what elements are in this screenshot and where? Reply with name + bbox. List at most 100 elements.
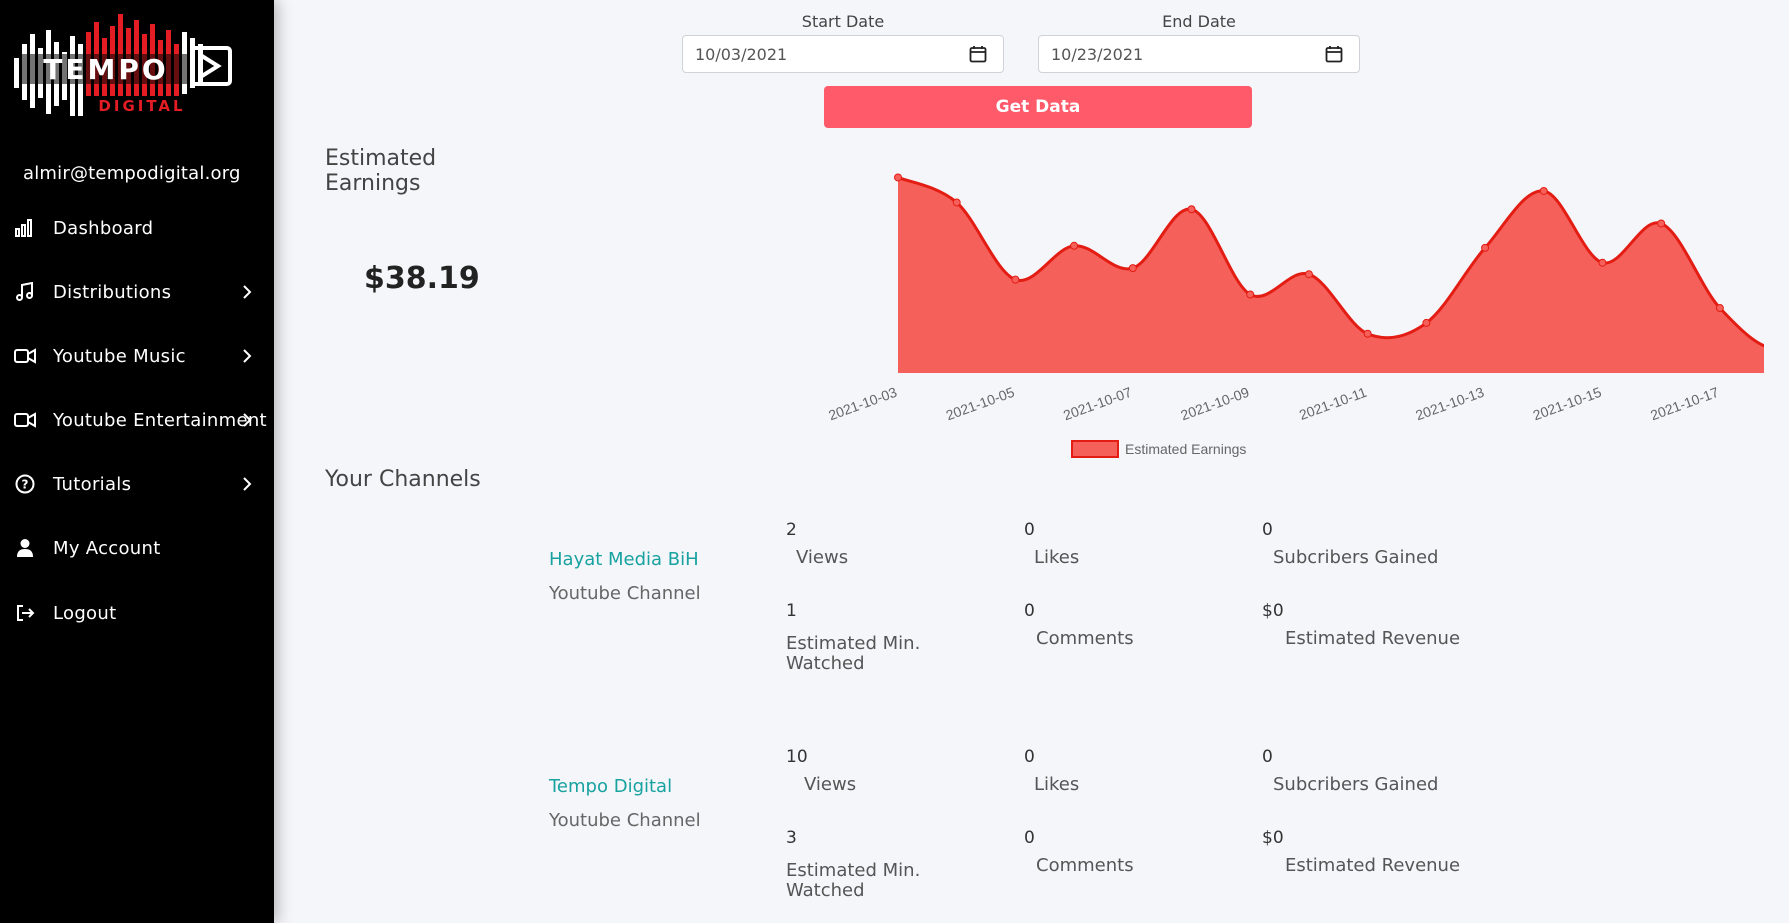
data-point[interactable] (1657, 219, 1666, 228)
video-camera-icon (14, 345, 36, 367)
data-point[interactable] (1246, 290, 1255, 299)
sidebar-item-youtube-music[interactable]: Youtube Music (0, 336, 274, 376)
legend-swatch (1071, 440, 1119, 458)
data-point[interactable] (1598, 258, 1607, 267)
comments-value: 0 (1024, 601, 1035, 621)
sidebar-item-label: Youtube Entertainment (53, 409, 267, 431)
views-value: 10 (786, 747, 808, 767)
x-tick-label: 2021-10-15 (1531, 384, 1604, 424)
revenue-value: $0 (1262, 828, 1284, 848)
sidebar-item-youtube-entertainment[interactable]: Youtube Entertainment (0, 400, 274, 440)
end-date-value: 10/23/2021 (1051, 44, 1144, 64)
sidebar: TEMPO DIGITAL almir@tempodigital.org Das… (0, 0, 274, 923)
x-tick-label: 2021-10-07 (1061, 384, 1134, 424)
revenue-value: $0 (1262, 601, 1284, 621)
user-icon (14, 537, 36, 559)
minutes-label: Estimated Min. Watched (786, 860, 921, 901)
x-tick-label: 2021-10-13 (1413, 384, 1486, 424)
sidebar-item-my-account[interactable]: My Account (0, 528, 274, 568)
end-date-input[interactable]: 10/23/2021 (1038, 35, 1360, 73)
data-point[interactable] (1481, 243, 1490, 252)
views-value: 2 (786, 520, 797, 540)
data-point[interactable] (1715, 304, 1724, 313)
data-point[interactable] (1363, 329, 1372, 338)
channels-title: Your Channels (325, 467, 481, 492)
data-point[interactable] (894, 173, 902, 182)
data-point[interactable] (1070, 241, 1079, 250)
x-tick-label: 2021-10-09 (1178, 384, 1251, 424)
data-point[interactable] (1539, 186, 1548, 195)
revenue-label: Estimated Revenue (1285, 855, 1461, 876)
x-tick-label: 2021-10-03 (826, 384, 899, 424)
minutes-value: 1 (786, 601, 797, 621)
subscribers-label: Subcribers Gained (1273, 547, 1439, 568)
start-date-input[interactable]: 10/03/2021 (682, 35, 1004, 73)
minutes-label: Estimated Min. Watched (786, 633, 921, 674)
question-circle-icon: ? (14, 473, 36, 495)
data-point[interactable] (1011, 275, 1020, 284)
svg-text:TEMPO: TEMPO (43, 53, 168, 86)
main-content: Start Date 10/03/2021 End Date 10/23/202… (274, 0, 1789, 923)
music-note-icon (14, 281, 36, 303)
sidebar-item-label: Dashboard (53, 217, 154, 239)
sidebar-item-label: Tutorials (53, 473, 132, 495)
start-date-value: 10/03/2021 (695, 44, 788, 64)
channel-type: Youtube Channel (549, 583, 701, 604)
chevron-right-icon (240, 285, 254, 299)
comments-value: 0 (1024, 828, 1035, 848)
sidebar-item-label: My Account (53, 537, 161, 559)
end-date-label: End Date (1162, 12, 1236, 31)
subscribers-value: 0 (1262, 520, 1273, 540)
likes-value: 0 (1024, 520, 1035, 540)
legend-label: Estimated Earnings (1125, 441, 1247, 457)
end-date-group: End Date 10/23/2021 (1038, 12, 1360, 73)
likes-value: 0 (1024, 747, 1035, 767)
data-point[interactable] (1422, 318, 1431, 327)
x-tick-label: 2021-10-05 (944, 384, 1017, 424)
sidebar-item-label: Distributions (53, 281, 172, 303)
minutes-value: 3 (786, 828, 797, 848)
earnings-area (898, 177, 1764, 373)
likes-label: Likes (1034, 774, 1080, 795)
channel-name-link[interactable]: Tempo Digital (549, 776, 672, 797)
user-email: almir@tempodigital.org (23, 163, 241, 184)
video-camera-icon (14, 409, 36, 431)
data-point[interactable] (1304, 270, 1313, 279)
bar-chart-icon (14, 217, 36, 239)
calendar-icon[interactable] (1325, 45, 1343, 63)
svg-text:DIGITAL: DIGITAL (98, 97, 185, 115)
chevron-right-icon (240, 413, 254, 427)
start-date-group: Start Date 10/03/2021 (682, 12, 1004, 73)
comments-label: Comments (1036, 855, 1134, 876)
data-point[interactable] (952, 198, 961, 207)
start-date-label: Start Date (801, 12, 885, 31)
views-label: Views (796, 547, 849, 568)
tempo-digital-logo: TEMPO DIGITAL (14, 14, 232, 116)
sidebar-item-label: Youtube Music (53, 345, 186, 367)
sidebar-item-distributions[interactable]: Distributions (0, 272, 274, 312)
likes-label: Likes (1034, 547, 1080, 568)
chevron-right-icon (240, 477, 254, 491)
subscribers-label: Subcribers Gained (1273, 774, 1439, 795)
subscribers-value: 0 (1262, 747, 1273, 767)
svg-text:?: ? (22, 478, 29, 492)
data-point[interactable] (1128, 264, 1137, 273)
sidebar-item-dashboard[interactable]: Dashboard (0, 208, 274, 248)
calendar-icon[interactable] (969, 45, 987, 63)
earnings-title: Estimated Earnings (325, 146, 437, 196)
earnings-total: $38.19 (364, 261, 480, 296)
sign-out-icon (14, 602, 36, 624)
x-tick-label: 2021-10-17 (1648, 384, 1721, 424)
chevron-right-icon (240, 349, 254, 363)
sidebar-item-label: Logout (53, 602, 117, 624)
revenue-label: Estimated Revenue (1285, 628, 1461, 649)
get-data-button[interactable]: Get Data (824, 86, 1252, 128)
channel-name-link[interactable]: Hayat Media BiH (549, 549, 699, 570)
data-point[interactable] (1187, 205, 1196, 214)
earnings-chart: 2021-10-03 2021-10-05 2021-10-07 2021-10-09… (826, 173, 1764, 424)
sidebar-item-logout[interactable]: Logout (0, 593, 274, 633)
chart-legend[interactable]: Estimated Earnings (1071, 440, 1246, 458)
sidebar-item-tutorials[interactable]: ? Tutorials (0, 464, 274, 504)
x-tick-label: 2021-10-11 (1297, 384, 1369, 423)
views-label: Views (804, 774, 857, 795)
